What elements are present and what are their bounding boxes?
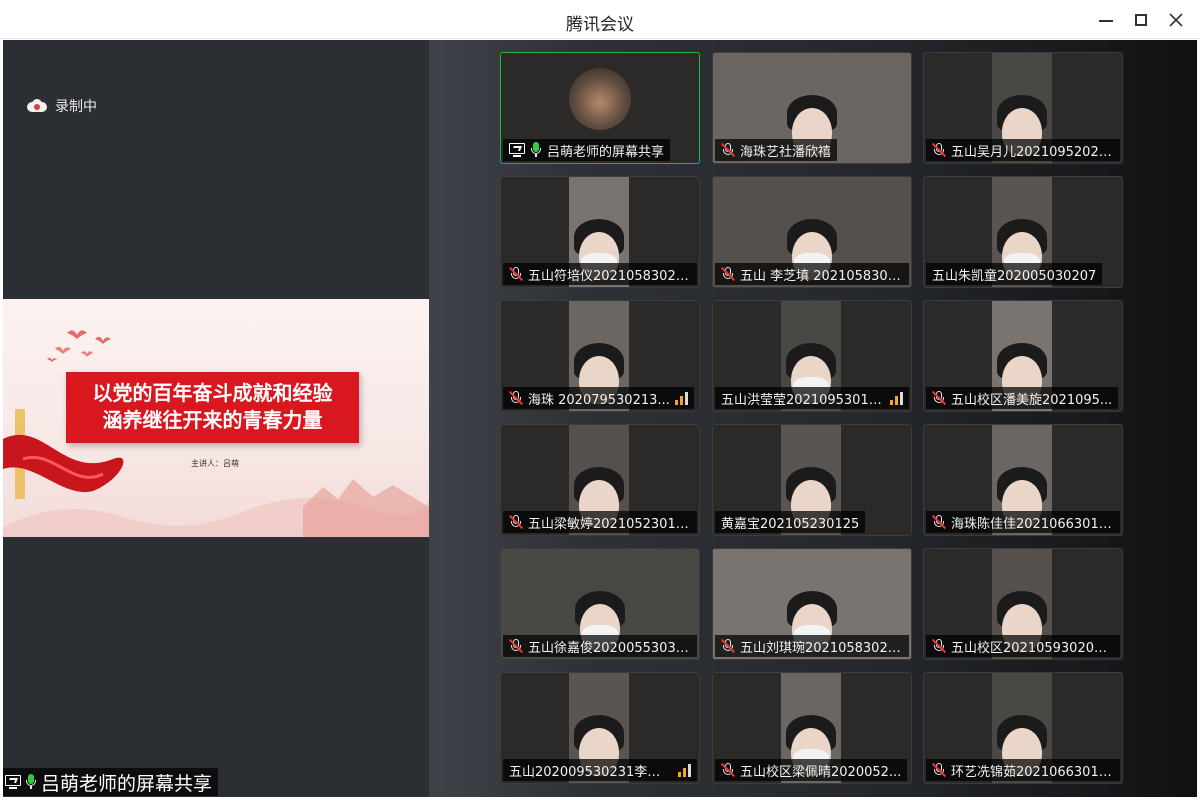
participant-tile[interactable]: 吕萌老师的屏幕共享 xyxy=(500,52,700,164)
close-icon xyxy=(1169,13,1183,27)
mic-muted-icon xyxy=(508,514,524,530)
participant-name: 五山校区202105930209... xyxy=(951,640,1114,656)
participant-tile[interactable]: 五山梁敏婷202105230119 xyxy=(500,424,700,536)
participant-tile[interactable]: 环艺冼锦茹202106630111 xyxy=(923,672,1123,784)
participant-tile[interactable]: 五山 李芝填 2021058301... xyxy=(712,176,912,288)
participant-nametag: 五山校区梁佩晴2020052... xyxy=(715,759,908,781)
slide-title-line1: 以党的百年奋斗成就和经验 xyxy=(92,381,333,405)
participant-name: 五山校区梁佩晴2020052... xyxy=(740,764,902,780)
participant-nametag: 吕萌老师的屏幕共享 xyxy=(503,139,671,161)
participant-tile[interactable]: 五山吴月儿202109520220 xyxy=(923,52,1123,164)
participant-nametag: 五山朱凯童202005030207 xyxy=(926,263,1103,285)
shared-slide: 以党的百年奋斗成就和经验 涵养继往开来的青春力量 主讲人：吕萌 xyxy=(3,299,429,537)
participant-name: 五山刘琪琬202105830228 xyxy=(740,640,903,656)
participant-tile[interactable]: 五山朱凯童202005030207 xyxy=(923,176,1123,288)
participant-tile[interactable]: 五山校区潘美旋2021095... xyxy=(923,300,1123,412)
participant-nametag: 五山梁敏婷202105230119 xyxy=(503,511,697,533)
participant-name: 五山徐嘉俊202005530308 xyxy=(528,640,691,656)
participant-tile[interactable]: 黄嘉宝202105230125 xyxy=(712,424,912,536)
cloud-record-icon xyxy=(27,99,47,113)
minimize-icon xyxy=(1099,20,1113,22)
mic-on-icon xyxy=(25,774,37,790)
mic-muted-icon xyxy=(720,762,736,778)
participant-tile[interactable]: 五山202009530231李舒平 xyxy=(500,672,700,784)
participant-nametag: 五山符培仪202105830218 xyxy=(503,263,697,285)
participant-nametag: 五山校区202105930209... xyxy=(926,635,1120,657)
mic-muted-icon xyxy=(720,142,736,158)
doves-graphic xyxy=(47,330,111,362)
mic-muted-icon xyxy=(720,638,736,654)
mic-muted-icon xyxy=(931,638,947,654)
mic-muted-icon xyxy=(931,762,947,778)
participant-name: 五山朱凯童202005030207 xyxy=(932,268,1097,284)
participant-nametag: 黄嘉宝202105230125 xyxy=(715,511,866,533)
participant-nametag: 海珠艺社潘欣禧 xyxy=(715,139,838,161)
screen-share-icon xyxy=(5,775,21,789)
signal-strength-icon xyxy=(890,391,903,405)
participant-tile[interactable]: 海珠艺社潘欣禧 xyxy=(712,52,912,164)
participant-name: 五山符培仪202105830218 xyxy=(528,268,691,284)
signal-strength-icon xyxy=(678,763,691,777)
mic-muted-icon xyxy=(931,514,947,530)
participant-name: 五山洪莹莹202109530121 xyxy=(721,392,885,408)
participant-tile[interactable]: 五山校区梁佩晴2020052... xyxy=(712,672,912,784)
participant-name: 海珠陈佳佳202106630114 xyxy=(951,516,1114,532)
minimize-button[interactable] xyxy=(1089,6,1123,34)
participant-nametag: 五山洪莹莹202109530121 xyxy=(715,387,909,409)
participant-tile[interactable]: 五山符培仪202105830218 xyxy=(500,176,700,288)
mic-muted-icon xyxy=(931,142,947,158)
participant-gallery: 吕萌老师的屏幕共享 海珠艺社潘欣禧 五山吴月儿202109520220 五山符培仪20… xyxy=(429,40,1197,797)
participant-nametag: 海珠陈佳佳202106630114 xyxy=(926,511,1120,533)
participant-tile[interactable]: 五山洪莹莹202109530121 xyxy=(712,300,912,412)
participant-name: 五山梁敏婷202105230119 xyxy=(528,516,691,532)
participant-tile[interactable]: 五山刘琪琬202105830228 xyxy=(712,548,912,660)
participant-name: 五山校区潘美旋2021095... xyxy=(951,392,1113,408)
slide-presenter: 主讲人：吕萌 xyxy=(191,459,239,468)
close-button[interactable] xyxy=(1159,6,1193,34)
participant-nametag: 五山校区潘美旋2021095... xyxy=(926,387,1119,409)
screen-share-icon xyxy=(509,143,525,157)
participant-nametag: 五山 李芝填 2021058301... xyxy=(715,263,909,285)
participant-nametag: 五山徐嘉俊202005530308 xyxy=(503,635,697,657)
participant-name: 黄嘉宝202105230125 xyxy=(721,516,860,532)
cloud-landscape-graphic xyxy=(3,479,429,537)
participant-nametag: 五山202009530231李舒平 xyxy=(503,759,697,781)
signal-strength-icon xyxy=(674,391,688,405)
slide-title-banner: 以党的百年奋斗成就和经验 涵养继往开来的青春力量 xyxy=(66,372,359,443)
participant-avatar xyxy=(569,68,631,130)
mic-on-icon xyxy=(530,142,542,158)
mic-muted-icon xyxy=(508,266,524,282)
participant-name: 五山 李芝填 2021058301... xyxy=(740,268,903,284)
participant-tile[interactable]: 五山徐嘉俊202005530308 xyxy=(500,548,700,660)
participant-name: 五山202009530231李舒平 xyxy=(509,764,673,780)
window-title: 腾讯会议 xyxy=(566,15,634,35)
maximize-button[interactable] xyxy=(1124,6,1158,34)
mic-muted-icon xyxy=(720,266,736,282)
screen-share-label-bar: 吕萌老师的屏幕共享 xyxy=(3,768,219,796)
participant-name: 海珠艺社潘欣禧 xyxy=(740,144,832,160)
slide-title-line2: 涵养继往开来的青春力量 xyxy=(102,408,323,432)
participant-tile[interactable]: 五山校区202105930209... xyxy=(923,548,1123,660)
participant-name: 吕萌老师的屏幕共享 xyxy=(547,144,665,160)
share-bar-label: 吕萌老师的屏幕共享 xyxy=(41,772,213,795)
mic-muted-icon xyxy=(931,390,947,406)
participant-name: 环艺冼锦茹202106630111 xyxy=(951,764,1114,780)
participant-nametag: 五山吴月儿202109520220 xyxy=(926,139,1120,161)
maximize-icon xyxy=(1135,14,1147,26)
participant-nametag: 海珠 202079530213... xyxy=(503,387,694,409)
participant-nametag: 环艺冼锦茹202106630111 xyxy=(926,759,1120,781)
recording-indicator[interactable]: 录制中 xyxy=(27,96,97,116)
participant-tile[interactable]: 海珠陈佳佳202106630114 xyxy=(923,424,1123,536)
participant-tile[interactable]: 海珠 202079530213... xyxy=(500,300,700,412)
mic-muted-icon xyxy=(508,390,524,406)
title-bar: 腾讯会议 xyxy=(0,0,1200,39)
mic-muted-icon xyxy=(508,638,524,654)
recording-label: 录制中 xyxy=(55,99,97,115)
participant-nametag: 五山刘琪琬202105830228 xyxy=(715,635,909,657)
participant-name: 海珠 202079530213... xyxy=(528,392,670,408)
participant-name: 五山吴月儿202109520220 xyxy=(951,144,1114,160)
